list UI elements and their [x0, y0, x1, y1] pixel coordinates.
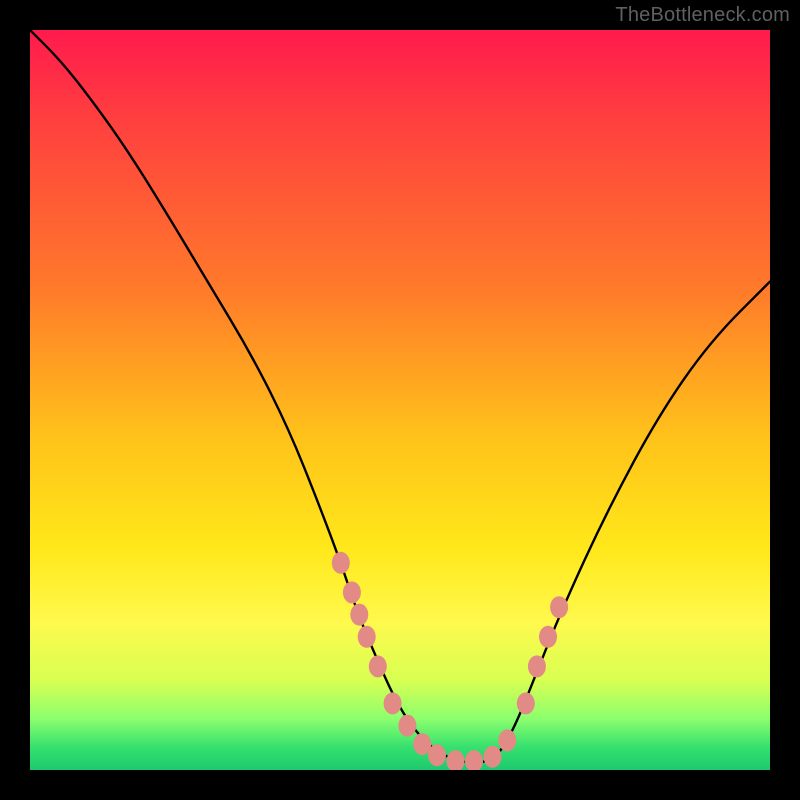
highlighted-dot	[517, 692, 535, 714]
highlighted-dot	[498, 729, 516, 751]
highlighted-dot	[343, 581, 361, 603]
highlighted-dot	[384, 692, 402, 714]
highlighted-dot	[358, 626, 376, 648]
highlighted-dots-group	[332, 552, 568, 770]
highlighted-dot	[369, 655, 387, 677]
watermark-text: TheBottleneck.com	[615, 4, 790, 27]
highlighted-dot	[484, 746, 502, 768]
chart-stage: TheBottleneck.com	[0, 0, 800, 800]
bottleneck-chart-svg	[30, 30, 770, 770]
highlighted-dot	[332, 552, 350, 574]
highlighted-dot	[539, 626, 557, 648]
highlighted-dot	[428, 744, 446, 766]
highlighted-dot	[465, 750, 483, 770]
highlighted-dot	[550, 596, 568, 618]
highlighted-dot	[447, 750, 465, 770]
highlighted-dot	[350, 604, 368, 626]
plot-area	[30, 30, 770, 770]
highlighted-dot	[398, 715, 416, 737]
bottleneck-curve-line	[30, 30, 770, 763]
highlighted-dot	[528, 655, 546, 677]
